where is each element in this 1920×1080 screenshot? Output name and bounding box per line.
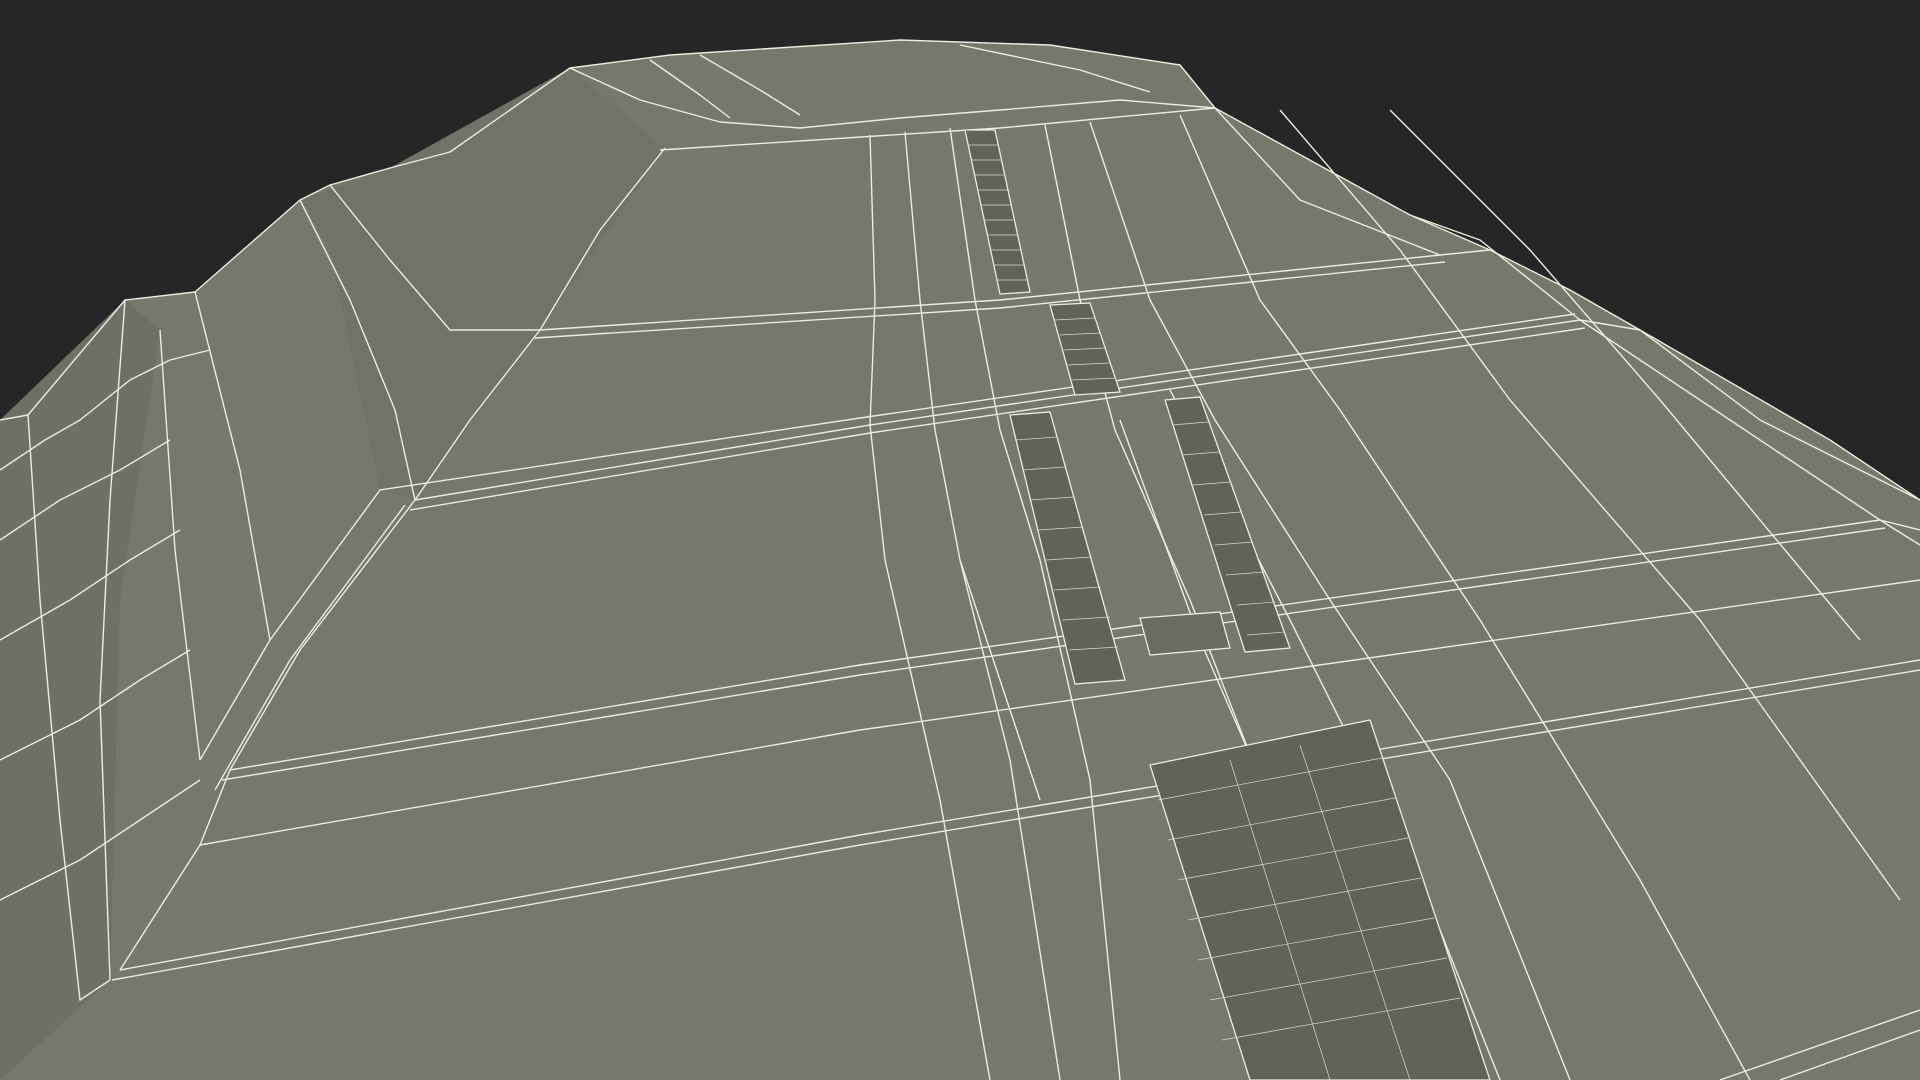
render-viewport: [0, 0, 1920, 1080]
stair-landing: [1139, 611, 1231, 656]
pyramid-wireframe: [0, 0, 1920, 1080]
